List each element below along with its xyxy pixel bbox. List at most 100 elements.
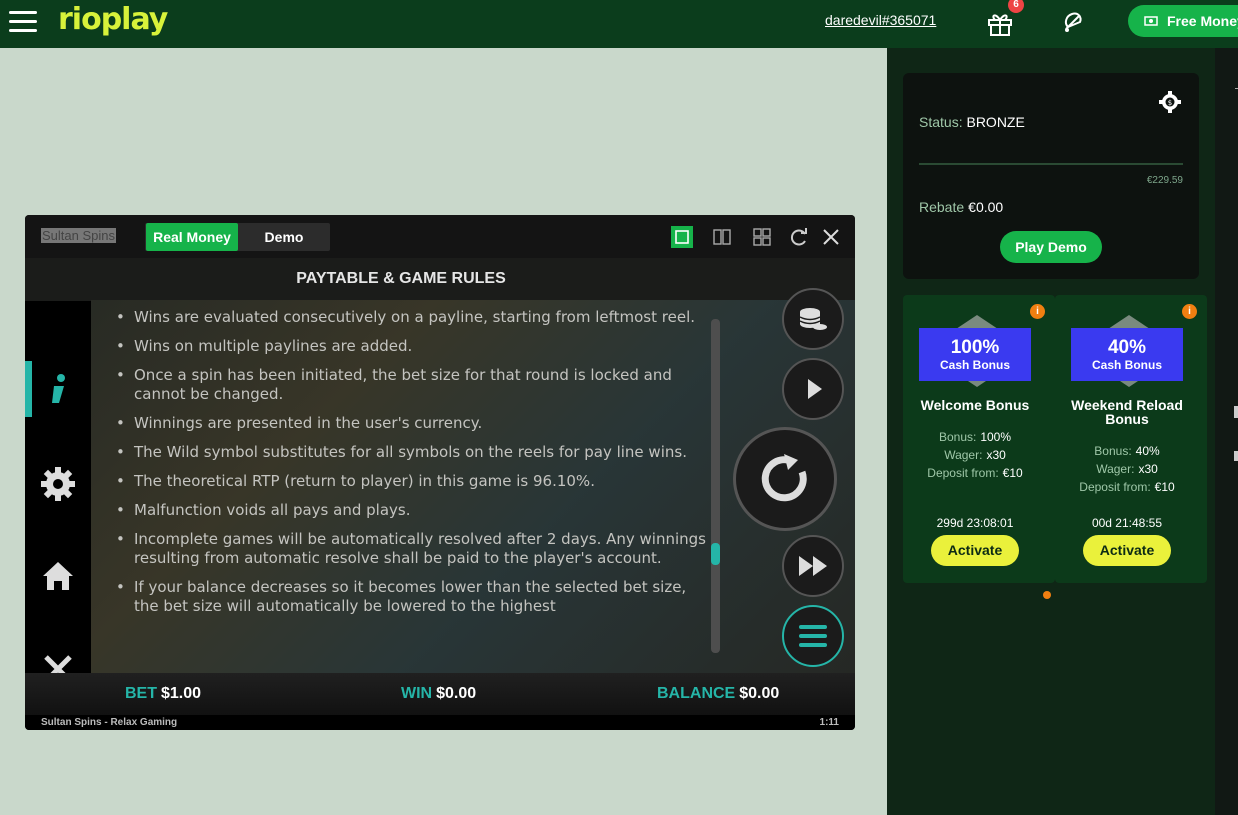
- logo[interactable]: rioplay: [58, 2, 168, 37]
- wager-label: Wager:: [944, 448, 983, 462]
- game-sidebar: [25, 301, 91, 716]
- play-button[interactable]: [782, 358, 844, 420]
- status-card: Status: BRONZE $ €229.59 Rebate €0.00 Pla…: [903, 73, 1199, 279]
- target-amount: €229.59: [1146, 175, 1183, 186]
- bonus-card-weekend-reload: i 40% Cash Bonus Weekend Reload Bonus Bo…: [1055, 295, 1207, 583]
- game-window: Sultan Spins Real Money Demo PAYTABLE & …: [25, 215, 855, 730]
- grid-view-icon[interactable]: [751, 226, 773, 248]
- gift-count-badge: 6: [1008, 0, 1024, 13]
- split-view-icon[interactable]: [711, 226, 733, 248]
- bonus-label: Bonus:: [1094, 444, 1132, 458]
- bonus-badge: 100% Cash Bonus: [919, 328, 1031, 381]
- bonus-row: Bonus: 40%: [1055, 444, 1199, 458]
- deposit-value: €10: [1002, 466, 1023, 480]
- spin-icon: [761, 454, 807, 502]
- paytable-title: PAYTABLE & GAME RULES: [296, 270, 506, 287]
- rules-list: Wins are evaluated consecutively on a pa…: [113, 308, 713, 668]
- deposit-row: Deposit from: €10: [903, 466, 1047, 480]
- info-icon[interactable]: [40, 371, 76, 407]
- free-money-button[interactable]: Free Money: [1128, 5, 1238, 37]
- menu-button[interactable]: [782, 605, 844, 667]
- bell-icon[interactable]: [1058, 7, 1088, 37]
- username-link[interactable]: daredevil#365071: [825, 12, 936, 28]
- spin-button[interactable]: [733, 427, 837, 531]
- bet-display: BET $1.00: [125, 685, 201, 703]
- svg-text:$: $: [1168, 99, 1172, 107]
- bonus-title: Weekend Reload Bonus: [1071, 397, 1183, 427]
- play-demo-button[interactable]: Play Demo: [1000, 231, 1102, 263]
- activate-button[interactable]: Activate: [931, 535, 1019, 566]
- side-strip: [1215, 48, 1238, 815]
- wager-row: Wager: x30: [903, 448, 1047, 462]
- game-title: Sultan Spins: [41, 228, 116, 243]
- rebate-value: €0.00: [968, 199, 1004, 215]
- balance-label: BALANCE: [657, 685, 736, 702]
- bonus-label: Bonus:: [938, 430, 977, 444]
- wager-value: x30: [1138, 462, 1158, 476]
- bonus-badge-pct: 100%: [950, 337, 1000, 358]
- deposit-value: €10: [1154, 480, 1175, 494]
- bonus-title: Welcome Bonus: [920, 397, 1030, 413]
- coins-button[interactable]: [782, 288, 844, 350]
- game-footer: Sultan Spins - Relax Gaming 1:11: [25, 715, 855, 730]
- active-indicator: [25, 361, 32, 417]
- bonus-row: Bonus: 100%: [903, 430, 1047, 444]
- play-icon: [808, 379, 822, 399]
- win-value: $0.00: [436, 685, 477, 702]
- info-icon[interactable]: i: [1182, 304, 1197, 319]
- gear-icon[interactable]: [40, 466, 76, 502]
- refresh-icon[interactable]: [788, 226, 810, 248]
- balance-value: $0.00: [739, 685, 780, 702]
- rule-item: The Wild symbol substitutes for all symb…: [113, 443, 713, 462]
- rules-scrollbar[interactable]: [711, 319, 720, 653]
- deposit-label: Deposit from:: [1079, 480, 1151, 494]
- wager-value: x30: [986, 448, 1006, 462]
- bonus-value: 40%: [1135, 444, 1160, 458]
- rule-item: The theoretical RTP (return to player) i…: [113, 472, 713, 491]
- free-money-label: Free Money: [1167, 13, 1238, 29]
- menu-icon[interactable]: [9, 11, 37, 33]
- game-clock: 1:11: [819, 717, 839, 728]
- bonus-value: 100%: [980, 430, 1012, 444]
- rule-item: Once a spin has been initiated, the bet …: [113, 366, 713, 404]
- rule-item: Wins on multiple paylines are added.: [113, 337, 713, 356]
- rule-item: Winnings are presented in the user's cur…: [113, 414, 713, 433]
- game-status-bar: BET $1.00 WIN $0.00 BALANCE $0.00: [25, 673, 855, 715]
- home-icon[interactable]: [40, 558, 76, 594]
- single-view-icon[interactable]: [671, 226, 693, 248]
- fast-forward-icon: [799, 556, 827, 576]
- info-icon[interactable]: i: [1030, 304, 1045, 319]
- win-display: WIN $0.00: [401, 685, 476, 703]
- win-label: WIN: [401, 685, 433, 702]
- menu-lines-icon: [799, 625, 827, 647]
- bonus-badge: 40% Cash Bonus: [1071, 328, 1183, 381]
- window-close-icon[interactable]: [820, 226, 842, 248]
- carousel-dot[interactable]: [1043, 591, 1051, 599]
- wager-row: Wager: x30: [1055, 462, 1199, 476]
- bonus-card-welcome: i 100% Cash Bonus Welcome Bonus Bonus: 10…: [903, 295, 1055, 583]
- rule-item: If your balance decreases so it becomes …: [113, 578, 713, 616]
- demo-tab[interactable]: Demo: [238, 223, 330, 251]
- settings-icon[interactable]: $: [1159, 91, 1181, 113]
- gift-icon[interactable]: [985, 8, 1015, 38]
- deposit-row: Deposit from: €10: [1055, 480, 1199, 494]
- rebate-row: Rebate €0.00: [919, 199, 1003, 215]
- money-icon: [1144, 16, 1158, 26]
- status-text: Status: BRONZE: [919, 114, 1025, 130]
- bonus-badge-pct: 40%: [1107, 337, 1147, 358]
- mode-toggle: Real Money Demo: [145, 223, 330, 251]
- rule-item: Wins are evaluated consecutively on a pa…: [113, 308, 713, 327]
- bonus-badge-sub: Cash Bonus: [1091, 358, 1162, 372]
- game-toolbar: Sultan Spins Real Money Demo: [25, 215, 855, 258]
- scroll-thumb[interactable]: [711, 543, 720, 565]
- fast-forward-button[interactable]: [782, 535, 844, 597]
- activate-button[interactable]: Activate: [1083, 535, 1171, 566]
- wager-label: Wager:: [1096, 462, 1135, 476]
- balance-display: BALANCE $0.00: [657, 685, 779, 703]
- status-value: BRONZE: [966, 114, 1025, 130]
- real-money-tab[interactable]: Real Money: [146, 223, 238, 251]
- bonus-timer: 00d 21:48:55: [1091, 516, 1163, 530]
- rebate-label: Rebate: [919, 199, 965, 215]
- status-label: Status:: [919, 114, 963, 130]
- top-bar: rioplay daredevil#365071 6 Free Money: [0, 0, 1238, 48]
